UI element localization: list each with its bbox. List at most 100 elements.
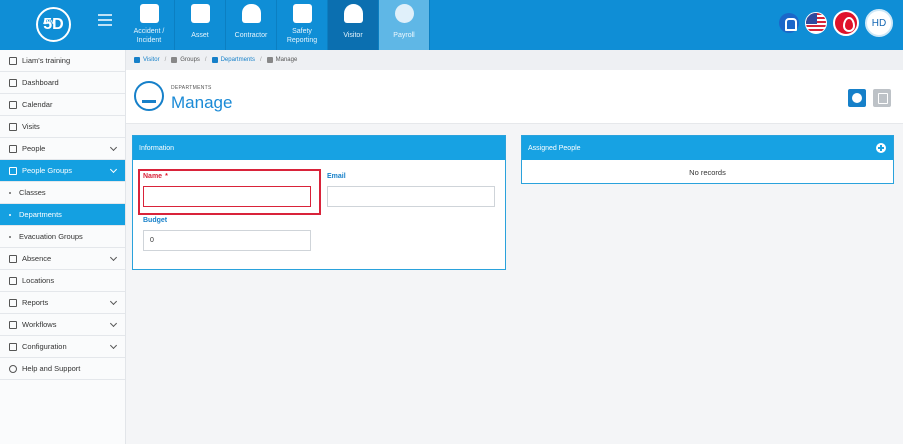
sidebar-item-reports[interactable]: Reports [0, 292, 125, 314]
calendar-icon [9, 100, 17, 109]
module-contractor[interactable]: Contractor [226, 0, 277, 50]
back-button[interactable] [848, 89, 866, 107]
sidebar-item-visits[interactable]: Visits [0, 116, 125, 138]
email-label: Email [327, 173, 346, 180]
sidebar-item-dashboard[interactable]: Dashboard [0, 72, 125, 94]
group-icon [211, 57, 218, 63]
page-supertitle: DEPARTMENTS [171, 85, 212, 91]
coins-icon [395, 4, 414, 23]
sidebar-item-label: Locations [22, 276, 55, 285]
boxes-icon [191, 4, 210, 23]
name-field-highlight [138, 169, 321, 215]
module-accident-incident[interactable]: Accident / Incident [124, 0, 175, 50]
branch-icon [9, 56, 17, 65]
sidebar-item-people-groups[interactable]: People Groups [0, 160, 125, 182]
budget-input[interactable]: 0 [143, 230, 311, 251]
sidebar-item-label: Configuration [22, 342, 67, 351]
pencil-icon [266, 57, 273, 63]
hardhat-icon [242, 4, 261, 23]
breadcrumb-separator: / [259, 57, 262, 63]
assigned-people-title: Assigned People [528, 144, 581, 152]
budget-label: Budget [143, 217, 168, 224]
bullet-icon [9, 213, 11, 216]
save-button[interactable] [873, 89, 891, 107]
chevron-down-icon [109, 253, 118, 262]
app-logo[interactable]: ANN 5D [36, 7, 71, 42]
bell-icon[interactable] [779, 13, 799, 33]
sidebar-item-label: Classes [19, 188, 46, 197]
sidebar-item-liams-training[interactable]: Liam's training [0, 50, 125, 72]
sidebar-item-calendar[interactable]: Calendar [0, 94, 125, 116]
chevron-down-icon [109, 165, 118, 174]
shield-document-icon [293, 4, 312, 23]
sidebar-item-label: Help and Support [22, 364, 81, 373]
module-asset[interactable]: Asset [175, 0, 226, 50]
sidebar-item-label: People [22, 144, 46, 153]
module-label: Safety Reporting [286, 28, 318, 44]
fire-drop-icon[interactable] [833, 10, 859, 36]
sidebar-item-evacuation-groups[interactable]: Evacuation Groups [0, 226, 125, 248]
module-visitor[interactable]: Visitor [328, 0, 379, 50]
breadcrumb-label: Departments [220, 57, 255, 63]
sidebar-item-absence[interactable]: Absence [0, 248, 125, 270]
sidebar-item-configuration[interactable]: Configuration [0, 336, 125, 358]
sidebar-item-label: Visits [22, 122, 40, 131]
sidebar-item-classes[interactable]: Classes [0, 182, 125, 204]
group-icon [134, 81, 164, 111]
avatar[interactable]: HD [865, 9, 893, 37]
chevron-down-icon [109, 341, 118, 350]
sidebar-item-locations[interactable]: Locations [0, 270, 125, 292]
menu-toggle-icon[interactable] [98, 14, 112, 28]
module-label: Asset [191, 32, 209, 39]
chevron-down-icon [109, 143, 118, 152]
breadcrumb-label: Visitor [143, 57, 160, 63]
sidebar-item-label: Liam's training [22, 56, 71, 65]
bullet-icon [9, 191, 11, 194]
module-label: Accident / Incident [133, 28, 165, 44]
person-icon [344, 4, 363, 23]
grid-icon [9, 78, 17, 87]
empty-state-text: No records [689, 168, 726, 177]
page-title: Manage [171, 93, 233, 112]
sidebar-item-label: Calendar [22, 100, 53, 109]
sidebar-item-label: Evacuation Groups [19, 232, 83, 241]
sidebar-item-help-and-support[interactable]: Help and Support [0, 358, 125, 380]
breadcrumb-departments[interactable]: Departments [211, 57, 255, 63]
bullet-icon [9, 235, 11, 238]
module-safety-reporting[interactable]: Safety Reporting [277, 0, 328, 50]
sidebar-item-label: Dashboard [22, 78, 59, 87]
breadcrumb-groups[interactable]: Groups [171, 57, 200, 63]
us-flag-icon[interactable] [805, 12, 827, 34]
email-input[interactable] [327, 186, 495, 207]
breadcrumb-label: Groups [180, 57, 200, 63]
people-icon [9, 144, 17, 153]
sidebar-item-label: People Groups [22, 166, 73, 175]
sidebar-item-workflows[interactable]: Workflows [0, 314, 125, 336]
chevron-down-icon [109, 297, 118, 306]
sidebar-item-people[interactable]: People [0, 138, 125, 160]
breadcrumb: Visitor / Groups / Departments / Manage [126, 50, 903, 70]
calendar-check-icon [9, 122, 17, 131]
module-bar: Accident / Incident Asset Contractor Saf… [124, 0, 430, 50]
module-label: Payroll [393, 32, 415, 39]
breadcrumb-separator: / [204, 57, 207, 63]
group-icon [9, 166, 17, 175]
breadcrumb-visitor[interactable]: Visitor [134, 57, 160, 63]
breadcrumb-separator: / [164, 57, 167, 63]
assigned-people-header: Assigned People [522, 136, 893, 160]
topbar-actions: HD [779, 9, 893, 37]
sidebar-item-departments[interactable]: Departments [0, 204, 125, 226]
sidebar-item-label: Workflows [22, 320, 57, 329]
calendar-x-icon [9, 254, 17, 263]
person-icon [134, 57, 140, 63]
module-label: Contractor [234, 32, 268, 39]
sidebar: Liam's training Dashboard Calendar Visit… [0, 50, 126, 444]
information-panel-title: Information [133, 136, 505, 160]
add-person-button[interactable] [876, 143, 886, 153]
workflow-icon [9, 320, 17, 329]
module-payroll[interactable]: Payroll [379, 0, 430, 50]
chevron-down-icon [109, 319, 118, 328]
assigned-people-panel: Assigned People No records [521, 135, 894, 184]
question-icon [9, 364, 17, 373]
first-aid-icon [140, 4, 159, 23]
